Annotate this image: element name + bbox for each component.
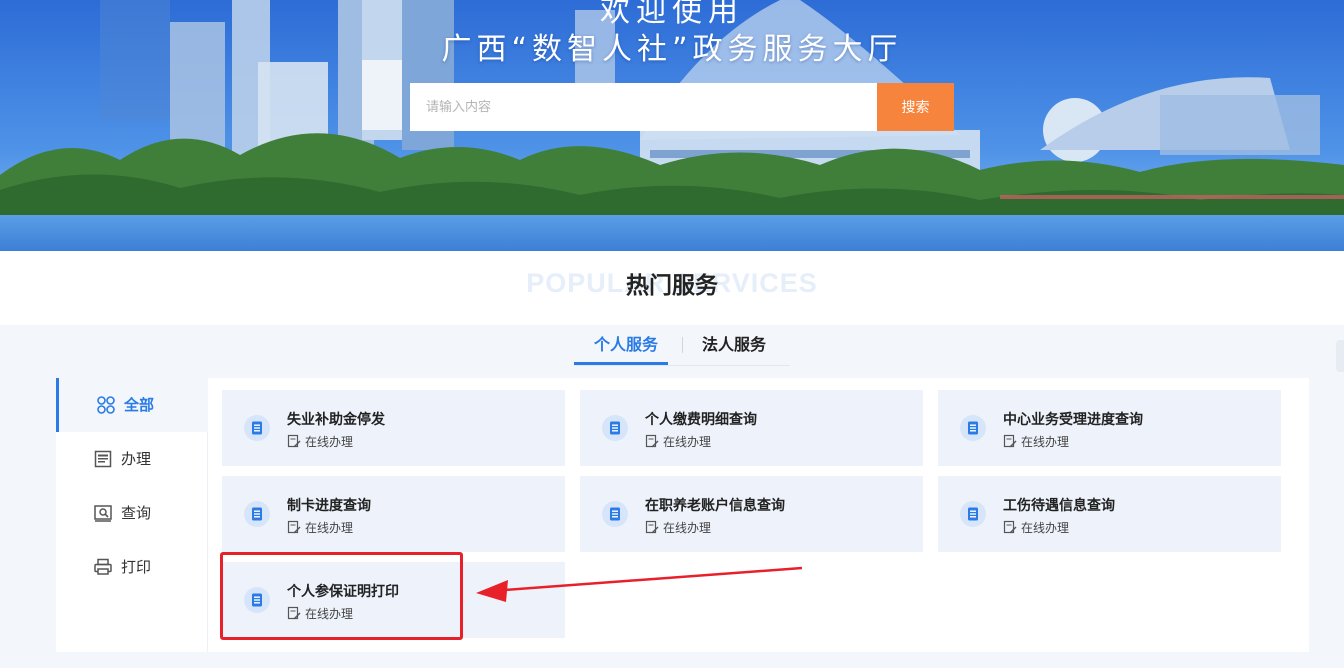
search-button[interactable]: 搜索 <box>877 83 954 131</box>
service-card-title: 制卡进度查询 <box>287 498 371 514</box>
service-card-title: 工伤待遇信息查询 <box>1003 498 1115 514</box>
annotation-arrow-icon <box>476 566 803 602</box>
service-doc-icon <box>960 415 986 441</box>
section-title: 热门服务 <box>626 273 718 299</box>
sidebar-item-label: 办理 <box>121 450 152 468</box>
service-doc-icon <box>960 501 986 527</box>
sidebar-item-label: 全部 <box>124 396 155 414</box>
printer-icon <box>94 558 112 575</box>
service-card-subtitle: 在线办理 <box>305 607 354 621</box>
search-input[interactable] <box>410 83 877 131</box>
sidebar-item-all[interactable]: 全部 <box>56 378 208 432</box>
service-card-subtitle: 在线办理 <box>663 435 712 449</box>
service-card-subtitle: 在线办理 <box>1021 521 1070 535</box>
hero-banner: 欢迎使用 广西“数智人社”政务服务大厅 搜索 <box>0 0 1344 251</box>
grid-icon <box>97 396 115 414</box>
service-card-title: 在职养老账户信息查询 <box>645 498 785 514</box>
online-edit-icon <box>645 434 659 448</box>
service-card-injury-benefits[interactable]: 工伤待遇信息查询 在线办理 <box>938 476 1281 552</box>
service-card-subtitle: 在线办理 <box>305 521 354 535</box>
service-card-subtitle: 在线办理 <box>1021 435 1070 449</box>
service-card-pension-account[interactable]: 在职养老账户信息查询 在线办理 <box>580 476 923 552</box>
service-card-title: 个人参保证明打印 <box>287 584 399 600</box>
service-card-title: 失业补助金停发 <box>287 412 385 428</box>
active-tab-underline <box>574 362 668 365</box>
online-edit-icon <box>287 606 301 620</box>
service-card-progress-query[interactable]: 中心业务受理进度查询 在线办理 <box>938 390 1281 466</box>
service-doc-icon <box>244 415 270 441</box>
service-card-payment-details[interactable]: 个人缴费明细查询 在线办理 <box>580 390 923 466</box>
service-card-unemployment-stop[interactable]: 失业补助金停发 在线办理 <box>222 390 565 466</box>
tab-legal-services[interactable]: 法人服务 <box>702 332 766 366</box>
service-card-title: 个人缴费明细查询 <box>645 412 757 428</box>
sidebar-item-handle[interactable]: 办理 <box>56 432 208 486</box>
service-doc-icon <box>602 415 628 441</box>
online-edit-icon <box>287 434 301 448</box>
online-edit-icon <box>1003 520 1017 534</box>
search-doc-icon <box>94 505 112 522</box>
service-card-card-progress[interactable]: 制卡进度查询 在线办理 <box>222 476 565 552</box>
sidebar-item-label: 打印 <box>121 558 152 576</box>
service-tabs: 个人服务 法人服务 <box>574 332 790 366</box>
service-card-subtitle: 在线办理 <box>663 521 712 535</box>
category-sidebar: 全部 办理 查询 打印 <box>56 378 208 652</box>
service-doc-icon <box>244 587 270 613</box>
online-edit-icon <box>1003 434 1017 448</box>
tab-personal-services[interactable]: 个人服务 <box>594 332 658 366</box>
service-doc-icon <box>244 501 270 527</box>
online-edit-icon <box>287 520 301 534</box>
document-icon <box>94 450 112 468</box>
banner-hall-title: 广西“数智人社”政务服务大厅 <box>441 32 903 67</box>
side-float-tab[interactable] <box>1336 340 1344 372</box>
tab-divider <box>682 337 683 353</box>
sidebar-item-label: 查询 <box>121 504 152 522</box>
sidebar-item-print[interactable]: 打印 <box>56 540 208 594</box>
online-edit-icon <box>645 520 659 534</box>
service-card-title: 中心业务受理进度查询 <box>1003 412 1143 428</box>
service-card-subtitle: 在线办理 <box>305 435 354 449</box>
service-doc-icon <box>602 501 628 527</box>
sidebar-item-query[interactable]: 查询 <box>56 486 208 540</box>
